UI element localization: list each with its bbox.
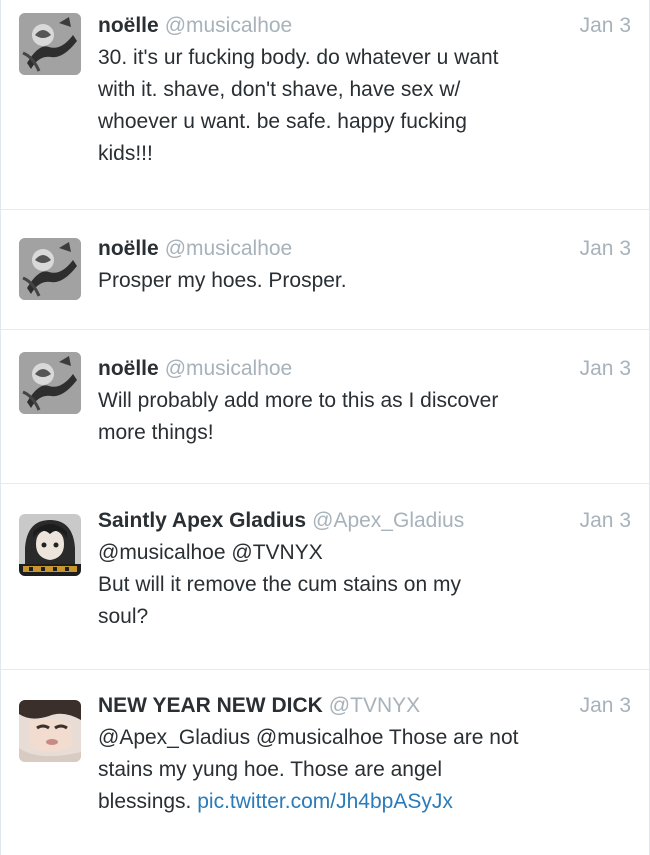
tweet-timestamp[interactable]: Jan 3 — [580, 506, 631, 536]
rose-sketch-avatar-icon[interactable] — [19, 352, 81, 414]
author-name[interactable]: noëlle — [98, 357, 159, 380]
media-link[interactable]: pic.twitter.com/Jh4bpASyJx — [197, 790, 453, 813]
tweet-text: @musicalhoe @TVNYX But will it remove th… — [98, 537, 631, 633]
tweet-item[interactable]: Saintly Apex Gladius @Apex_Gladius Jan 3 … — [1, 484, 649, 670]
tweet-item[interactable]: noëlle @musicalhoe Jan 3 30. it's ur fuck… — [1, 0, 649, 210]
tweet-text: Will probably add more to this as I disc… — [98, 385, 631, 449]
tweet-item[interactable]: noëlle @musicalhoe Jan 3 Prosper my hoes.… — [1, 210, 649, 330]
tweet-text-line: @Apex_Gladius @musicalhoe Those are not — [98, 726, 519, 749]
anime-character-avatar-icon[interactable] — [19, 514, 81, 576]
tweet-text: 30. it's ur fucking body. do whatever u … — [98, 42, 631, 170]
author-name[interactable]: Saintly Apex Gladius — [98, 509, 306, 532]
tweet-timestamp[interactable]: Jan 3 — [580, 11, 631, 41]
tweet-text: @Apex_Gladius @musicalhoe Those are not … — [98, 722, 631, 818]
tweet-item[interactable]: NEW YEAR NEW DICK @TVNYX Jan 3 @Apex_Glad… — [1, 670, 649, 855]
tweet-text-line: with it. shave, don't shave, have sex w/ — [98, 78, 461, 101]
author-name[interactable]: NEW YEAR NEW DICK — [98, 694, 323, 717]
tweet-item[interactable]: noëlle @musicalhoe Jan 3 Will probably ad… — [1, 330, 649, 484]
author-name[interactable]: noëlle — [98, 237, 159, 260]
tweet-timestamp[interactable]: Jan 3 — [580, 691, 631, 721]
tweet-text-line: blessings. pic.twitter.com/Jh4bpASyJx — [98, 786, 631, 818]
author-name[interactable]: noëlle — [98, 14, 159, 37]
tweet-text-line: 30. it's ur fucking body. do whatever u … — [98, 46, 499, 69]
tweet-timestamp[interactable]: Jan 3 — [580, 234, 631, 264]
tweet-text-line: whoever u want. be safe. happy fucking — [98, 110, 467, 133]
tweet-text-line: Prosper my hoes. Prosper. — [98, 269, 347, 292]
tweet-text-line: @musicalhoe @TVNYX — [98, 541, 323, 564]
selfie-avatar-icon[interactable] — [19, 700, 81, 762]
author-handle[interactable]: @TVNYX — [329, 694, 420, 717]
tweet-text-line: Will probably add more to this as I disc… — [98, 389, 499, 412]
tweet-text-line: more things! — [98, 421, 214, 444]
rose-sketch-avatar-icon[interactable] — [19, 238, 81, 300]
author-handle[interactable]: @musicalhoe — [165, 357, 293, 380]
tweet-text-line: kids!!! — [98, 142, 153, 165]
tweet-text-line: soul? — [98, 605, 149, 628]
tweet-text-line: But will it remove the cum stains on my — [98, 573, 461, 596]
tweet-timestamp[interactable]: Jan 3 — [580, 354, 631, 384]
tweet-text-line: stains my yung hoe. Those are angel — [98, 758, 442, 781]
tweet-timeline: noëlle @musicalhoe Jan 3 30. it's ur fuck… — [0, 0, 650, 855]
author-handle[interactable]: @Apex_Gladius — [312, 509, 464, 532]
rose-sketch-avatar-icon[interactable] — [19, 13, 81, 75]
author-handle[interactable]: @musicalhoe — [165, 237, 293, 260]
author-handle[interactable]: @musicalhoe — [165, 14, 293, 37]
tweet-text-fragment: blessings. — [98, 790, 192, 813]
tweet-text: Prosper my hoes. Prosper. — [98, 265, 631, 297]
